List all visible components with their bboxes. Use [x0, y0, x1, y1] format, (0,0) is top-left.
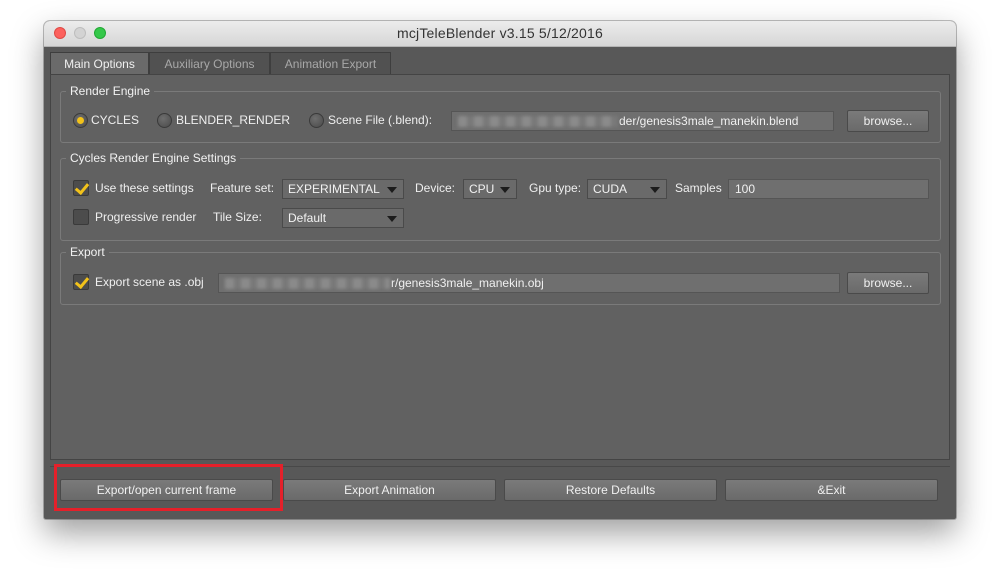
tile-size-value: Default: [288, 211, 327, 225]
chevron-down-icon: [387, 187, 397, 193]
chevron-down-icon: [650, 187, 660, 193]
cycles-settings-group: Cycles Render Engine Settings Use these …: [60, 150, 941, 241]
chevron-down-icon: [500, 187, 510, 193]
obj-path-field[interactable]: r/genesis3male_manekin.obj: [218, 273, 840, 293]
feature-set-label: Feature set:: [210, 181, 275, 195]
obj-path-text: r/genesis3male_manekin.obj: [391, 276, 544, 290]
export-animation-button[interactable]: Export Animation: [283, 479, 496, 501]
render-engine-group: Render Engine CYCLES BLENDER_RENDER Scen…: [60, 83, 941, 143]
device-select[interactable]: CPU: [463, 179, 517, 199]
render-engine-group-title: Render Engine: [66, 83, 155, 99]
gpu-type-value: CUDA: [593, 182, 628, 196]
tab-main-options[interactable]: Main Options: [50, 52, 149, 75]
scene-file-radio[interactable]: [309, 113, 324, 128]
tile-size-select[interactable]: Default: [282, 208, 404, 228]
samples-input[interactable]: 100: [728, 179, 929, 199]
export-scene-obj-label: Export scene as .obj: [95, 275, 204, 289]
main-options-panel: Render Engine CYCLES BLENDER_RENDER Scen…: [50, 74, 950, 460]
gpu-type-label: Gpu type:: [529, 181, 582, 195]
use-these-settings-checkbox[interactable]: [73, 180, 89, 196]
feature-set-select[interactable]: EXPERIMENTAL: [282, 179, 404, 199]
browse-obj-button[interactable]: browse...: [847, 272, 929, 294]
cycles-radio[interactable]: [73, 113, 88, 128]
scene-file-path-text: der/genesis3male_manekin.blend: [619, 114, 799, 128]
cycles-label: CYCLES: [91, 113, 140, 127]
export-scene-obj-checkbox[interactable]: [73, 274, 89, 290]
gpu-type-select[interactable]: CUDA: [587, 179, 667, 199]
use-these-settings-label: Use these settings: [95, 181, 194, 195]
scene-file-path-field[interactable]: der/genesis3male_manekin.blend: [451, 111, 834, 131]
redacted-path-prefix: [225, 278, 390, 290]
progressive-render-label: Progressive render: [95, 210, 197, 224]
scene-file-label: Scene File (.blend):: [328, 113, 433, 127]
tile-size-label: Tile Size:: [213, 210, 262, 224]
device-value: CPU: [469, 182, 495, 196]
chevron-down-icon: [387, 216, 397, 222]
browse-blend-button[interactable]: browse...: [847, 110, 929, 132]
redacted-path-prefix: [458, 116, 618, 128]
restore-defaults-button[interactable]: Restore Defaults: [504, 479, 717, 501]
highlight-box: [54, 464, 283, 511]
export-group: Export Export scene as .obj r/genesis3ma…: [60, 244, 941, 305]
tab-auxiliary-options[interactable]: Auxiliary Options: [149, 52, 270, 74]
samples-label: Samples: [675, 181, 722, 195]
title-bar: mcjTeleBlender v3.15 5/12/2016: [44, 21, 956, 47]
app-window: mcjTeleBlender v3.15 5/12/2016 Main Opti…: [44, 21, 956, 519]
device-label: Device:: [415, 181, 456, 195]
exit-button[interactable]: &Exit: [725, 479, 938, 501]
export-group-title: Export: [66, 244, 109, 260]
tab-animation-export[interactable]: Animation Export: [270, 52, 391, 74]
progressive-render-checkbox[interactable]: [73, 209, 89, 225]
blender-render-label: BLENDER_RENDER: [176, 113, 291, 127]
cycles-settings-group-title: Cycles Render Engine Settings: [66, 150, 241, 166]
feature-set-value: EXPERIMENTAL: [288, 182, 380, 196]
window-title: mcjTeleBlender v3.15 5/12/2016: [396, 25, 604, 41]
blender-render-radio[interactable]: [157, 113, 172, 128]
